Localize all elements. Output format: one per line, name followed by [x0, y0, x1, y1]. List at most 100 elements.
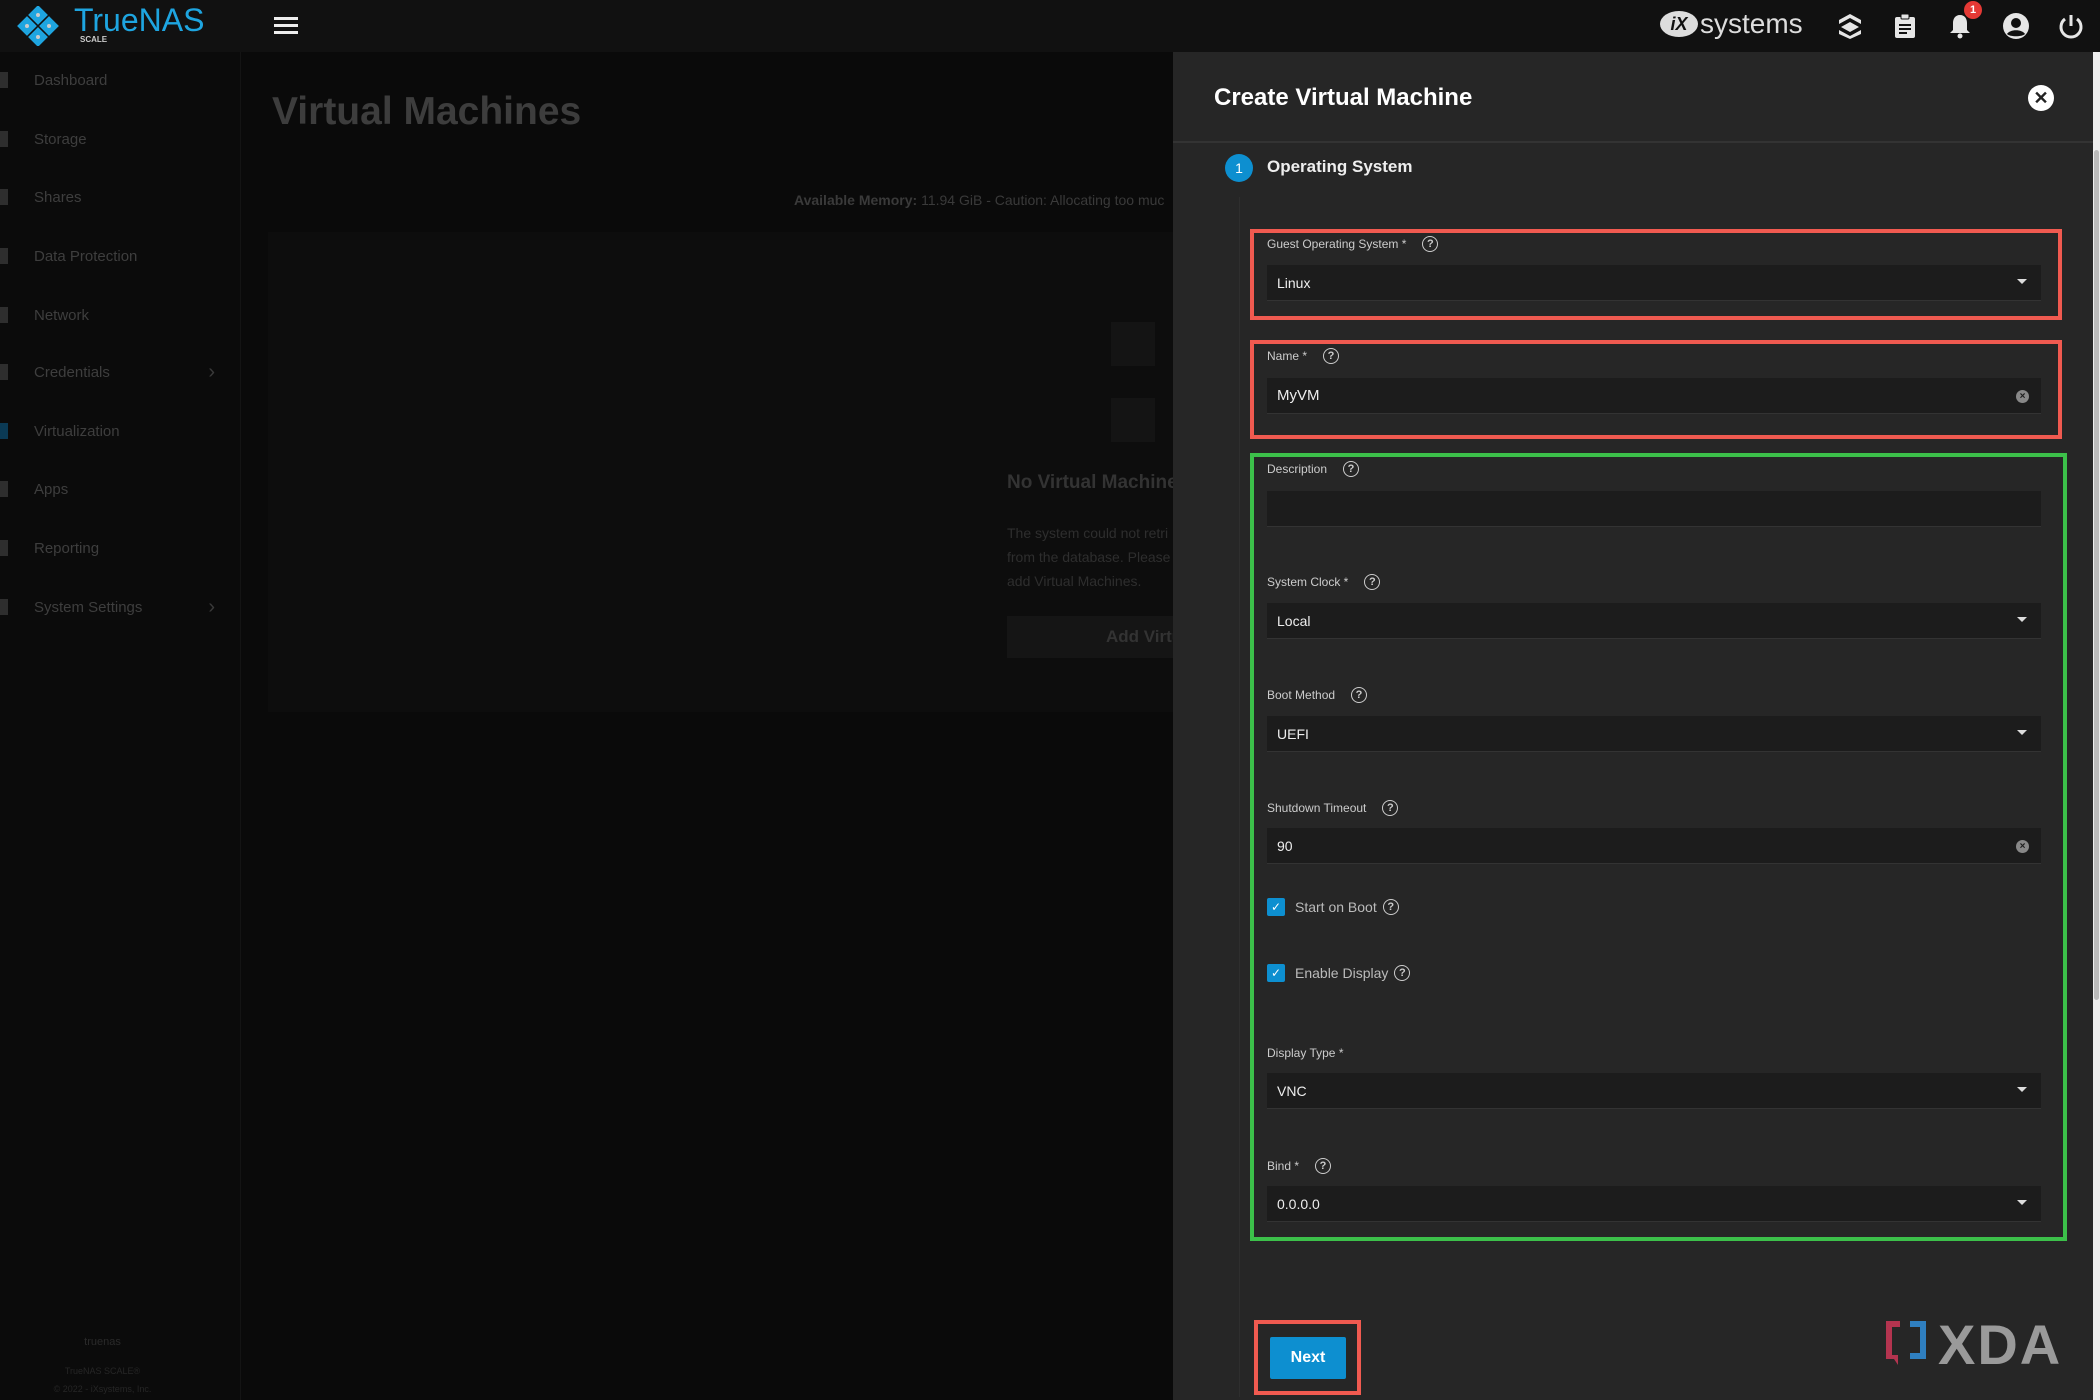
- sidebar-item-label: Dashboard: [34, 71, 108, 89]
- input-value: 90: [1277, 837, 1293, 854]
- checkbox-label: Start on Boot: [1295, 899, 1377, 915]
- sidebar-item-reporting[interactable]: Reporting: [0, 528, 241, 568]
- input-value: MyVM: [1277, 387, 1320, 404]
- chevron-down-icon: [2017, 279, 2027, 284]
- help-icon[interactable]: ?: [1364, 574, 1381, 590]
- label-text: Display Type *: [1267, 1046, 1344, 1060]
- label-text: System Clock *: [1267, 575, 1349, 589]
- empty-description: The system could not retri from the data…: [1007, 521, 1170, 593]
- help-icon[interactable]: ?: [1382, 899, 1399, 915]
- checkbox-checked-icon[interactable]: ✓: [1267, 964, 1285, 982]
- memory-text: 11.94 GiB - Caution: Allocating too muc: [921, 192, 1165, 208]
- next-button[interactable]: Next: [1270, 1337, 1346, 1379]
- power-icon[interactable]: [2057, 12, 2085, 40]
- add-vm-button[interactable]: Add Virtu: [1007, 616, 1173, 658]
- chevron-right-icon: ›: [208, 595, 215, 618]
- hostname: truenas: [84, 1336, 121, 1348]
- close-icon[interactable]: ✕: [2028, 85, 2054, 111]
- system-clock-select[interactable]: Local: [1267, 603, 2041, 639]
- select-value: UEFI: [1277, 725, 1309, 742]
- boot-method-label: Boot Method?: [1267, 687, 1368, 703]
- sidebar-item-label: System Settings: [34, 598, 143, 616]
- help-icon[interactable]: ?: [1382, 800, 1399, 816]
- sidebar-item-data-protection[interactable]: Data Protection: [0, 236, 241, 276]
- xda-logo-icon: [1886, 1320, 1926, 1365]
- help-icon[interactable]: ?: [1394, 965, 1411, 981]
- credentials-icon: [0, 364, 8, 380]
- scrollbar-thumb[interactable]: [2094, 150, 2099, 1000]
- help-icon[interactable]: ?: [1323, 348, 1340, 364]
- display-type-select[interactable]: VNC: [1267, 1073, 2041, 1109]
- guest-os-label: Guest Operating System *?: [1267, 236, 1439, 252]
- help-icon[interactable]: ?: [1351, 687, 1368, 703]
- ixsystems-logo[interactable]: iX systems: [1660, 8, 1803, 40]
- brand-sub: SCALE: [80, 35, 108, 44]
- chevron-down-icon: [2017, 1087, 2027, 1092]
- xda-text: XDA: [1938, 1313, 2063, 1376]
- dashboard-icon: [0, 72, 8, 88]
- step-line: [1239, 197, 1240, 1397]
- reporting-icon: [0, 540, 8, 556]
- label-text: Guest Operating System *: [1267, 237, 1407, 251]
- storage-icon: [0, 131, 8, 147]
- top-bar: TrueNAS SCALE iX systems 1: [0, 0, 2100, 52]
- empty-line: The system could not retri: [1007, 525, 1169, 541]
- clear-icon[interactable]: ×: [2016, 840, 2029, 853]
- help-icon[interactable]: ?: [1343, 461, 1360, 477]
- chevron-down-icon: [2017, 1200, 2027, 1205]
- shutdown-timeout-input[interactable]: 90 ×: [1267, 828, 2041, 864]
- account-icon[interactable]: [2002, 12, 2030, 40]
- help-icon[interactable]: ?: [1422, 236, 1439, 252]
- chevron-right-icon: ›: [208, 360, 215, 383]
- sidebar-item-storage[interactable]: Storage: [0, 119, 241, 159]
- sidebar-item-label: Apps: [34, 480, 69, 498]
- sidebar-item-credentials[interactable]: Credentials ›: [0, 352, 241, 392]
- sidebar-item-label: Virtualization: [34, 422, 120, 440]
- sidebar-item-label: Reporting: [34, 539, 100, 557]
- checkbox-label: Enable Display: [1295, 965, 1389, 981]
- clear-icon[interactable]: ×: [2016, 390, 2029, 403]
- memory-label: Available Memory:: [794, 192, 918, 208]
- shares-icon: [0, 189, 8, 205]
- start-on-boot-checkbox[interactable]: ✓ Start on Boot?: [1267, 898, 1399, 916]
- menu-icon[interactable]: [274, 15, 298, 35]
- guest-os-select[interactable]: Linux: [1267, 265, 2041, 301]
- product-name: TrueNAS SCALE®: [64, 1366, 141, 1376]
- description-label: Description?: [1267, 461, 1360, 477]
- help-icon[interactable]: ?: [1315, 1158, 1332, 1174]
- sidebar-item-label: Data Protection: [34, 247, 138, 265]
- display-type-label: Display Type *: [1267, 1046, 1343, 1060]
- available-memory: Available Memory: 11.94 GiB - Caution: A…: [794, 192, 1164, 208]
- label-text: Boot Method: [1267, 688, 1336, 702]
- description-input[interactable]: [1267, 491, 2041, 527]
- sidebar-item-network[interactable]: Network: [0, 295, 241, 335]
- truenas-logo-icon[interactable]: [16, 5, 60, 47]
- shield-icon: [0, 248, 8, 264]
- shutdown-timeout-label: Shutdown Timeout?: [1267, 800, 1399, 816]
- sidebar-item-virtualization[interactable]: Virtualization: [0, 411, 241, 451]
- empty-title: No Virtual Machines: [1007, 472, 1189, 493]
- boot-method-select[interactable]: UEFI: [1267, 716, 2041, 752]
- xda-watermark: XDA: [1882, 1312, 2062, 1377]
- name-input[interactable]: MyVM ×: [1267, 378, 2041, 414]
- vm-list-card: No Virtual Machines The system could not…: [268, 232, 1188, 712]
- placeholder-icon: [1111, 322, 1155, 366]
- clipboard-icon[interactable]: [1891, 12, 1919, 40]
- label-text: Shutdown Timeout: [1267, 801, 1367, 815]
- bind-select[interactable]: 0.0.0.0: [1267, 1186, 2041, 1222]
- brand-name: TrueNAS: [74, 2, 205, 38]
- truecommand-icon[interactable]: [1836, 12, 1864, 40]
- sidebar-item-system-settings[interactable]: System Settings ›: [0, 587, 241, 627]
- sidebar: Dashboard Storage Shares Data Protection…: [0, 52, 241, 1400]
- enable-display-checkbox[interactable]: ✓ Enable Display?: [1267, 964, 1411, 982]
- label-text: Bind *: [1267, 1159, 1300, 1173]
- sidebar-item-label: Storage: [34, 130, 87, 148]
- sidebar-item-shares[interactable]: Shares: [0, 177, 241, 217]
- label-text: Description: [1267, 462, 1328, 476]
- copyright: © 2022 - iXsystems, Inc.: [53, 1384, 152, 1394]
- empty-line: from the database. Please: [1007, 549, 1171, 565]
- sidebar-item-apps[interactable]: Apps: [0, 469, 241, 509]
- step-label[interactable]: Operating System: [1267, 157, 1413, 177]
- checkbox-checked-icon[interactable]: ✓: [1267, 898, 1285, 916]
- sidebar-item-dashboard[interactable]: Dashboard: [0, 60, 241, 100]
